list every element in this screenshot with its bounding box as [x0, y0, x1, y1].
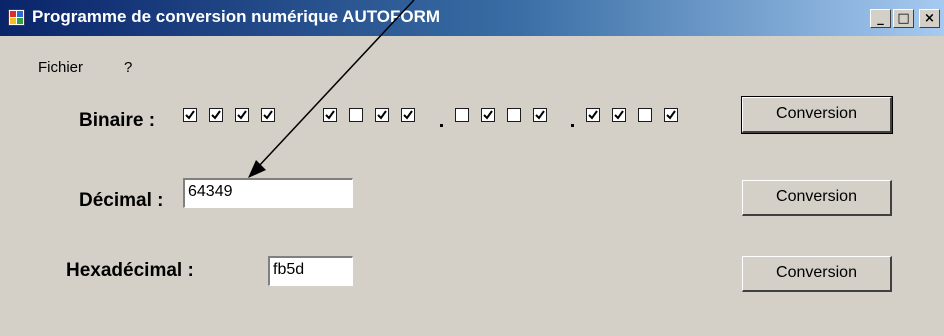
binary-bit-checkbox[interactable] — [481, 108, 495, 122]
decimal-label: Décimal : — [79, 190, 164, 211]
decimal-input[interactable]: 64349 — [183, 178, 353, 208]
binary-bit-checkbox[interactable] — [533, 108, 547, 122]
title-bar[interactable]: Programme de conversion numérique AUTOFO… — [0, 0, 944, 36]
binary-bit-checkbox[interactable] — [401, 108, 415, 122]
menu-bar — [0, 36, 944, 60]
binary-bit-checkbox[interactable] — [349, 108, 363, 122]
close-button[interactable]: × — [919, 9, 940, 28]
binary-bit-checkbox[interactable] — [507, 108, 521, 122]
menu-item-fichier[interactable]: Fichier — [38, 59, 83, 76]
convert-binary-button[interactable]: Conversion — [741, 96, 893, 134]
window-title: Programme de conversion numérique AUTOFO… — [32, 7, 441, 26]
menu-item-help[interactable]: ? — [124, 59, 132, 76]
nibble-separator-dot — [571, 124, 574, 127]
nibble-separator-dot — [440, 124, 443, 127]
binary-bit-checkbox[interactable] — [455, 108, 469, 122]
app-icon[interactable] — [8, 9, 25, 26]
binary-bit-checkbox[interactable] — [209, 108, 223, 122]
binary-bit-checkbox[interactable] — [261, 108, 275, 122]
binary-bit-checkbox[interactable] — [612, 108, 626, 122]
binary-bit-checkbox[interactable] — [375, 108, 389, 122]
binary-label: Binaire : — [79, 110, 156, 131]
binary-bit-checkbox[interactable] — [664, 108, 678, 122]
binary-bit-checkbox[interactable] — [323, 108, 337, 122]
minimize-button[interactable]: _ — [870, 9, 891, 28]
binary-bit-checkbox[interactable] — [183, 108, 197, 122]
binary-bit-checkbox[interactable] — [235, 108, 249, 122]
hexadecimal-label: Hexadécimal : — [66, 260, 194, 281]
convert-hexadecimal-button[interactable]: Conversion — [742, 256, 892, 292]
maximize-button[interactable]: □ — [893, 9, 914, 28]
binary-bit-checkbox[interactable] — [638, 108, 652, 122]
convert-decimal-button[interactable]: Conversion — [742, 180, 892, 216]
binary-bit-checkbox[interactable] — [586, 108, 600, 122]
hexadecimal-input[interactable]: fb5d — [268, 256, 353, 286]
